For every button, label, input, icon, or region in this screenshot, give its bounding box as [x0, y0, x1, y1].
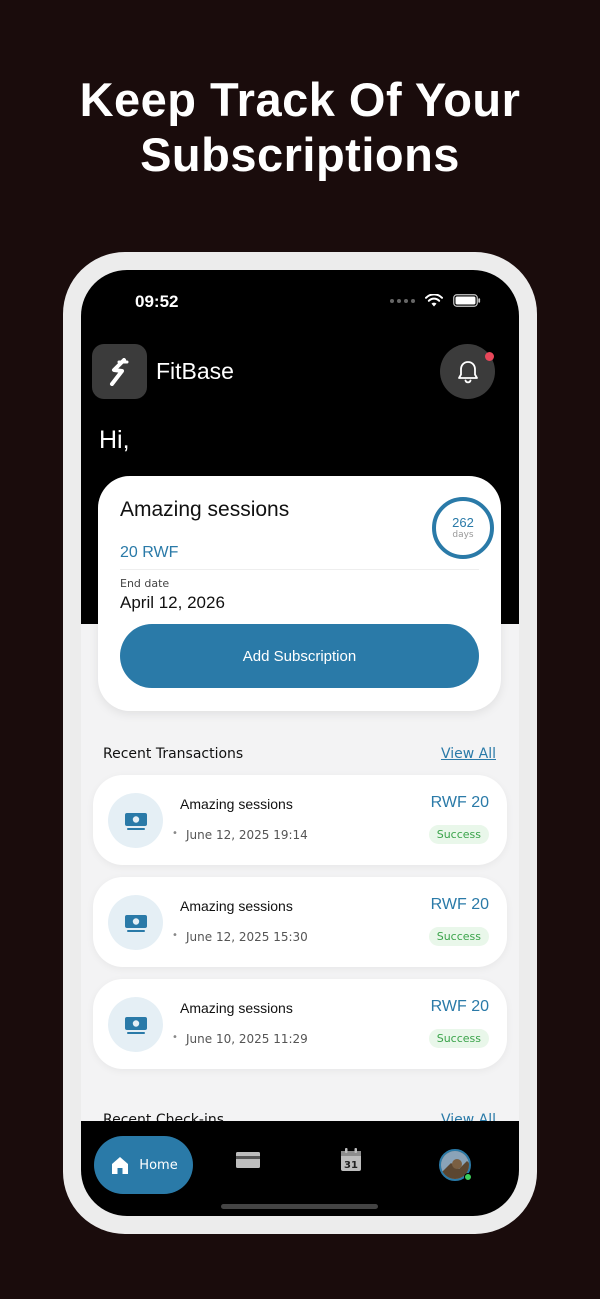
promo-headline-line2: Subscriptions — [140, 128, 460, 181]
transaction-item[interactable]: Amazing sessions June 10, 2025 11:29 RWF… — [93, 979, 507, 1069]
end-date-label: End date — [120, 577, 170, 590]
subscription-card: Amazing sessions 20 RWF 262 days End dat… — [98, 476, 501, 711]
transaction-date: June 12, 2025 19:14 — [172, 828, 308, 842]
bell-icon — [457, 360, 478, 383]
days-remaining-label: days — [452, 529, 474, 540]
transaction-name: Amazing sessions — [180, 1000, 293, 1016]
transaction-item[interactable]: Amazing sessions June 12, 2025 19:14 RWF… — [93, 775, 507, 865]
fitbase-logo-icon — [109, 357, 128, 386]
online-status-dot — [464, 1173, 472, 1181]
status-time: 09:52 — [135, 292, 179, 311]
transaction-item[interactable]: Amazing sessions June 12, 2025 15:30 RWF… — [93, 877, 507, 967]
recent-transactions-title: Recent Transactions — [103, 746, 244, 762]
days-remaining-ring: 262 days — [432, 497, 494, 559]
money-icon — [108, 997, 163, 1052]
status-icons — [390, 294, 481, 307]
view-all-transactions-link[interactable]: View All — [441, 746, 496, 762]
greeting: Hi, — [99, 426, 130, 454]
notification-badge — [485, 352, 494, 361]
tab-calendar[interactable]: 31 — [340, 1148, 362, 1176]
calendar-day: 31 — [344, 1160, 358, 1171]
home-indicator — [221, 1204, 378, 1209]
promo-headline-line1: Keep Track Of Your — [79, 73, 521, 126]
tab-home[interactable]: Home — [94, 1136, 193, 1194]
tab-bar: Home 31 — [81, 1121, 519, 1216]
transaction-date: June 12, 2025 15:30 — [172, 930, 308, 944]
subscription-price: 20 RWF — [120, 544, 179, 561]
promo-headline: Keep Track Of Your Subscriptions — [0, 72, 600, 182]
battery-icon — [453, 294, 481, 307]
days-remaining-value: 262 — [452, 514, 474, 530]
transaction-name: Amazing sessions — [180, 796, 293, 812]
transaction-amount: RWF 20 — [430, 998, 489, 1015]
transaction-name: Amazing sessions — [180, 898, 293, 914]
app-logo — [92, 344, 147, 399]
tab-home-label: Home — [139, 1157, 178, 1173]
brand-name: FitBase — [156, 358, 234, 384]
transaction-amount: RWF 20 — [430, 896, 489, 913]
divider — [120, 569, 479, 570]
signal-icon — [390, 298, 415, 303]
status-badge: Success — [428, 825, 489, 844]
status-badge: Success — [428, 927, 489, 946]
status-badge: Success — [428, 1029, 489, 1048]
home-icon — [112, 1157, 129, 1174]
tab-payments[interactable] — [236, 1151, 260, 1173]
transaction-list: Amazing sessions June 12, 2025 19:14 RWF… — [93, 775, 507, 1081]
money-icon — [108, 793, 163, 848]
calendar-icon: 31 — [341, 1148, 361, 1171]
end-date-value: April 12, 2026 — [120, 593, 225, 612]
card-icon — [236, 1152, 260, 1168]
phone-screen: 09:52 FitBase Hi, Amazing sessions 20 RW… — [81, 270, 519, 1216]
transaction-amount: RWF 20 — [430, 794, 489, 811]
add-subscription-button[interactable]: Add Subscription — [120, 624, 479, 688]
money-icon — [108, 895, 163, 950]
wifi-icon — [425, 294, 443, 307]
transaction-date: June 10, 2025 11:29 — [172, 1032, 308, 1046]
subscription-title: Amazing sessions — [120, 498, 290, 521]
